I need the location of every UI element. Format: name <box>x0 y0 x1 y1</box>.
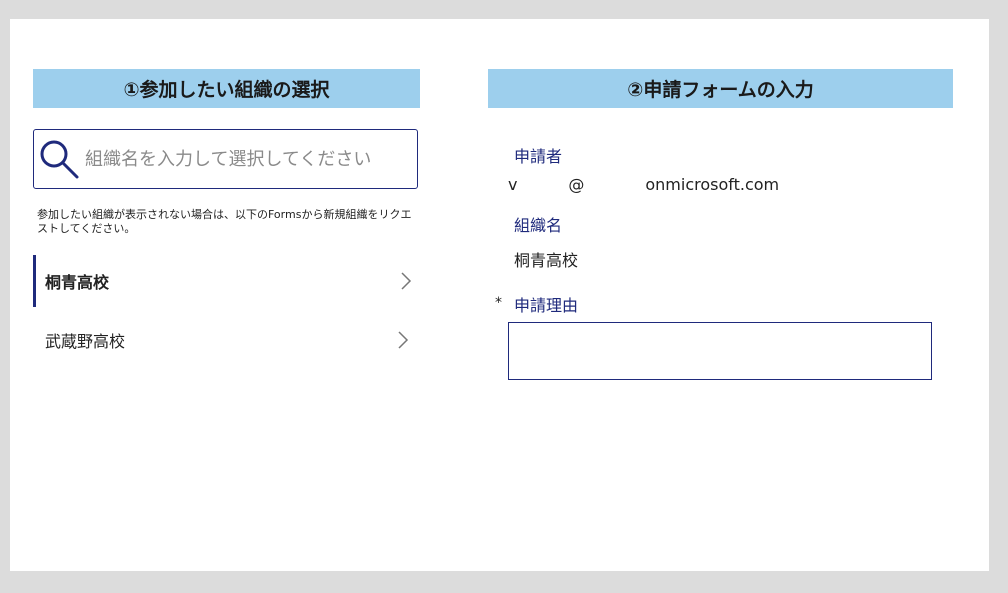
org-list-item[interactable]: 武蔵野高校 <box>33 314 410 366</box>
search-icon <box>40 140 79 179</box>
org-selection-title: ①参加したい組織の選択 <box>123 79 330 101</box>
applicant-email: v @ onmicrosoft.com <box>508 175 780 194</box>
org-selection-header: ①参加したい組織の選択 <box>33 69 420 108</box>
org-search-box[interactable] <box>33 129 418 189</box>
org-list-item-label: 武蔵野高校 <box>45 332 126 351</box>
org-name-label: 組織名 <box>514 216 563 235</box>
org-search-input[interactable] <box>85 148 405 170</box>
app-canvas: ①参加したい組織の選択 参加したい組織が表示されない場合は、以下のFormsから… <box>10 19 989 571</box>
applicant-label: 申請者 <box>514 147 563 166</box>
org-list-item[interactable]: 桐青高校 <box>33 255 413 307</box>
required-mark: * <box>495 295 502 311</box>
reason-label: 申請理由 <box>514 296 579 315</box>
application-form-title: ②申請フォームの入力 <box>627 79 814 101</box>
org-name-value: 桐青高校 <box>514 251 579 270</box>
application-form-header: ②申請フォームの入力 <box>488 69 953 108</box>
reason-input[interactable] <box>508 322 932 380</box>
chevron-right-icon <box>398 331 409 349</box>
missing-org-note: 参加したい組織が表示されない場合は、以下のFormsから新規組織をリクエストして… <box>37 208 412 235</box>
chevron-right-icon <box>401 272 412 290</box>
org-list-item-label: 桐青高校 <box>45 273 110 292</box>
